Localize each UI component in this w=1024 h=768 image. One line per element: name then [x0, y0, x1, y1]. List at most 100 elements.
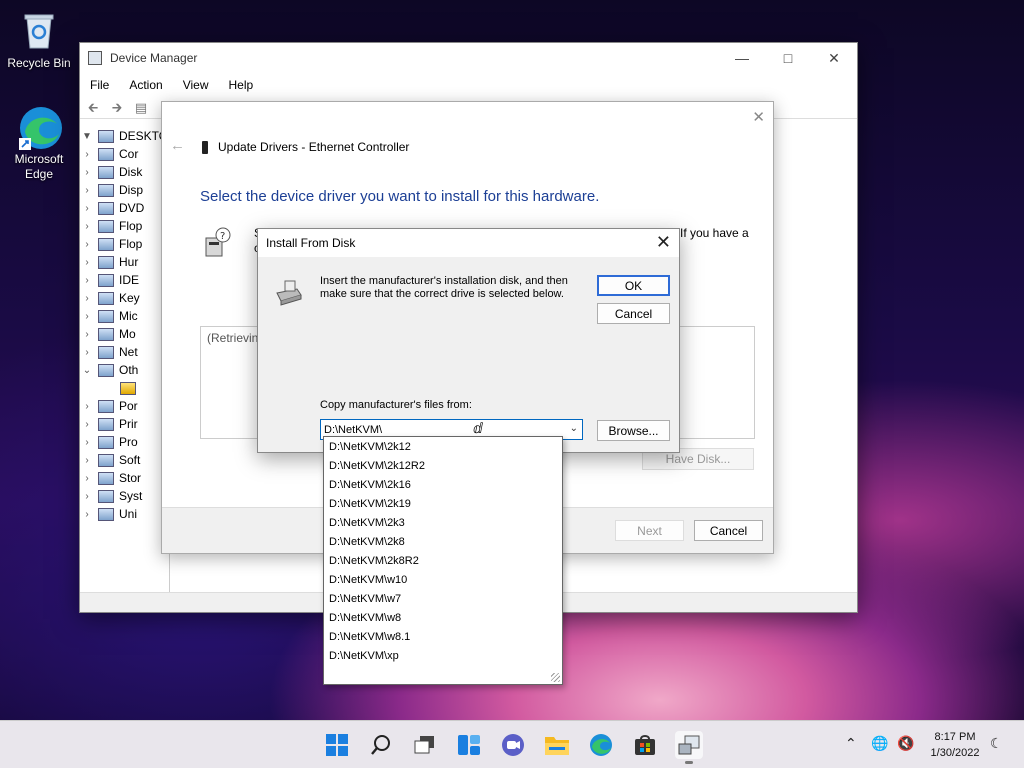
tree-item[interactable]: › Net	[80, 343, 169, 361]
tree-item[interactable]: › Mo	[80, 325, 169, 343]
close-icon[interactable]: ✕	[811, 43, 857, 73]
maximize-icon[interactable]: □	[765, 43, 811, 73]
expand-icon[interactable]: ›	[80, 293, 94, 304]
chat-icon[interactable]	[499, 731, 527, 759]
tree-item[interactable]: › Soft	[80, 451, 169, 469]
dialog-instructions: Insert the manufacturer's installation d…	[320, 275, 568, 300]
dropdown-option[interactable]: D:\NetKVM\2k16	[324, 476, 562, 495]
store-icon[interactable]	[631, 731, 659, 759]
dropdown-option[interactable]: D:\NetKVM\2k12R2	[324, 457, 562, 476]
chevron-up-icon[interactable]: ⌃	[845, 735, 857, 752]
resize-grip-icon[interactable]	[551, 673, 560, 682]
expand-icon[interactable]: ›	[80, 257, 94, 268]
tree-item[interactable]: › Uni	[80, 505, 169, 523]
expand-icon[interactable]: ›	[80, 437, 94, 448]
tree-item[interactable]: ⌄ Oth	[80, 361, 169, 379]
desktop-icon-recycle-bin[interactable]: Recycle Bin	[1, 8, 77, 71]
dropdown-option[interactable]: D:\NetKVM\2k8	[324, 533, 562, 552]
dropdown-option[interactable]: D:\NetKVM\w8.1	[324, 628, 562, 647]
dialog-titlebar[interactable]: Install From Disk	[258, 229, 679, 257]
tree-item[interactable]: › Cor	[80, 145, 169, 163]
expand-icon[interactable]: ›	[80, 455, 94, 466]
expand-icon[interactable]: ›	[80, 203, 94, 214]
expand-icon[interactable]: ›	[80, 401, 94, 412]
expand-icon[interactable]: ›	[80, 185, 94, 196]
speaker-muted-icon[interactable]: 🔇	[897, 735, 914, 752]
expand-icon[interactable]: ›	[80, 167, 94, 178]
tree-item[interactable]: › Mic	[80, 307, 169, 325]
expand-icon[interactable]: ›	[80, 239, 94, 250]
back-arrow-icon[interactable]: 🡰	[84, 100, 102, 115]
dropdown-option[interactable]: D:\NetKVM\2k12	[324, 438, 562, 457]
expand-icon[interactable]: ›	[80, 275, 94, 286]
menu-view[interactable]: View	[183, 78, 209, 92]
tree-item-label: Prir	[119, 417, 138, 431]
globe-icon[interactable]: 🌐	[871, 735, 888, 752]
tree-item[interactable]: › Pro	[80, 433, 169, 451]
menu-bar: File Action View Help	[80, 73, 857, 97]
expand-icon[interactable]: ›	[80, 473, 94, 484]
menu-action[interactable]: Action	[129, 78, 162, 92]
tree-item[interactable]: › Hur	[80, 253, 169, 271]
tree-item[interactable]: › Syst	[80, 487, 169, 505]
start-icon[interactable]	[323, 731, 351, 759]
expand-icon[interactable]: ›	[80, 509, 94, 520]
expand-icon[interactable]: ›	[80, 347, 94, 358]
focus-assist-moon-icon[interactable]: ☾	[990, 735, 1003, 752]
system-clock[interactable]: 8:17 PM 1/30/2022	[924, 729, 986, 761]
tree-item-label: Por	[119, 399, 138, 413]
file-explorer-icon[interactable]	[543, 731, 571, 759]
tree-item[interactable]: › Flop	[80, 217, 169, 235]
tree-item[interactable]: › Por	[80, 397, 169, 415]
tree-item[interactable]: › Disp	[80, 181, 169, 199]
cancel-button[interactable]: Cancel	[694, 520, 763, 541]
expand-icon[interactable]: ›	[80, 149, 94, 160]
dropdown-option[interactable]: D:\NetKVM\w7	[324, 590, 562, 609]
expand-icon[interactable]: ›	[80, 221, 94, 232]
collapse-icon[interactable]: ⌄	[80, 365, 94, 376]
tree-item[interactable]	[80, 379, 169, 397]
tree-item[interactable]: › Disk	[80, 163, 169, 181]
tree-root[interactable]: ▼ DESKTO	[80, 127, 169, 145]
task-view-icon[interactable]	[411, 731, 439, 759]
device-category-icon	[98, 417, 114, 431]
widgets-icon[interactable]	[455, 731, 483, 759]
menu-file[interactable]: File	[90, 78, 109, 92]
tree-item[interactable]: › Stor	[80, 469, 169, 487]
dropdown-option[interactable]: D:\NetKVM\xp	[324, 647, 562, 666]
dropdown-option[interactable]: D:\NetKVM\w8	[324, 609, 562, 628]
dropdown-option[interactable]: D:\NetKVM\2k8R2	[324, 552, 562, 571]
tree-item[interactable]: › Key	[80, 289, 169, 307]
minimize-icon[interactable]: —	[719, 43, 765, 73]
device-category-icon	[98, 489, 114, 503]
properties-icon[interactable]: ▤	[132, 100, 150, 115]
search-icon[interactable]	[367, 731, 395, 759]
next-button[interactable]: Next	[615, 520, 684, 541]
forward-arrow-icon[interactable]: 🡲	[108, 100, 126, 115]
close-icon[interactable]: ✕	[752, 108, 765, 126]
expand-icon[interactable]: ›	[80, 419, 94, 430]
desktop-icon-edge[interactable]: Microsoft Edge	[1, 104, 77, 182]
expand-icon[interactable]: ›	[80, 329, 94, 340]
dropdown-option[interactable]: D:\NetKVM\2k3	[324, 514, 562, 533]
tree-item-label: Hur	[119, 255, 139, 269]
tree-item[interactable]: › Flop	[80, 235, 169, 253]
chevron-down-icon[interactable]: ⌄	[570, 423, 578, 434]
tree-item[interactable]: › Prir	[80, 415, 169, 433]
close-icon[interactable]: ✕	[656, 232, 671, 253]
ok-button[interactable]: OK	[597, 275, 670, 296]
dropdown-option[interactable]: D:\NetKVM\2k19	[324, 495, 562, 514]
back-arrow-icon[interactable]: ←	[170, 137, 185, 154]
edge-icon[interactable]	[587, 731, 615, 759]
tree-item[interactable]: › IDE	[80, 271, 169, 289]
expand-icon[interactable]: ›	[80, 491, 94, 502]
device-category-icon	[98, 363, 114, 377]
device-manager-icon[interactable]	[675, 731, 703, 764]
browse-button[interactable]: Browse...	[597, 420, 670, 441]
menu-help[interactable]: Help	[229, 78, 254, 92]
tree-item[interactable]: › DVD	[80, 199, 169, 217]
collapse-icon[interactable]: ▼	[80, 131, 94, 142]
cancel-button[interactable]: Cancel	[597, 303, 670, 324]
dropdown-option[interactable]: D:\NetKVM\w10	[324, 571, 562, 590]
expand-icon[interactable]: ›	[80, 311, 94, 322]
